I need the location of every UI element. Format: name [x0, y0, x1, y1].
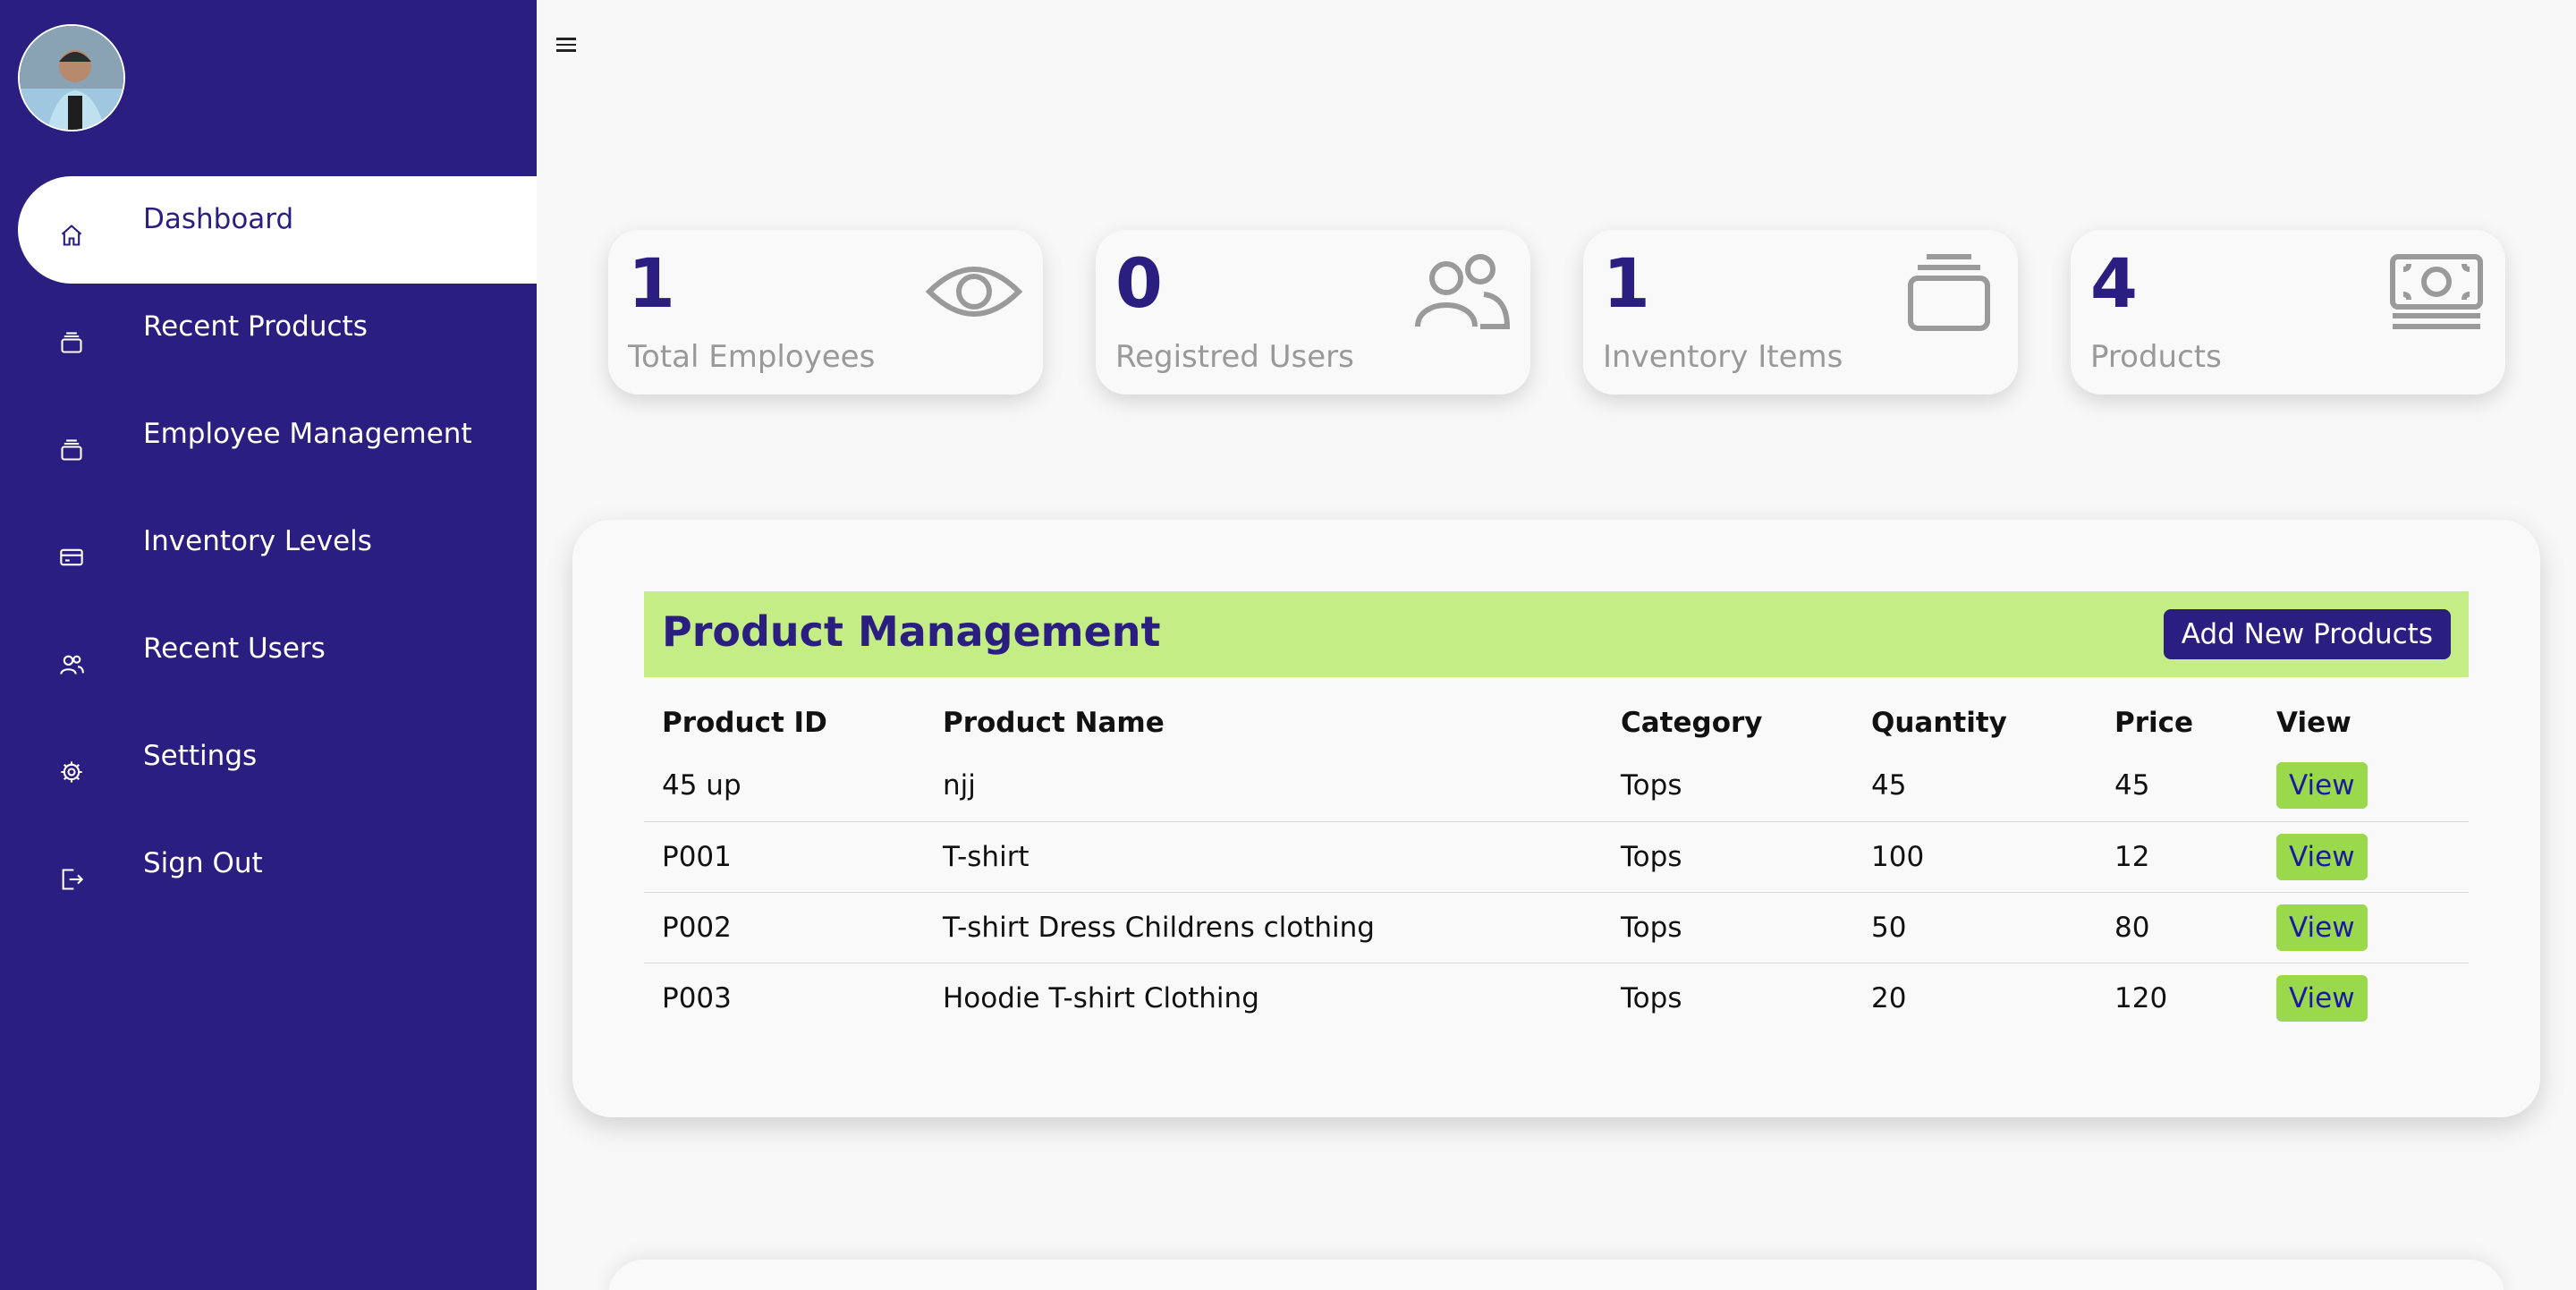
sidebar-item-label: Recent Products — [143, 310, 368, 343]
sidebar-item-settings[interactable]: Settings — [0, 713, 537, 820]
view-button[interactable]: View — [2276, 833, 2368, 880]
panel-title: Product Management — [662, 607, 1161, 656]
sidebar-nav: Dashboard Recent Products Employee Manag… — [0, 176, 537, 928]
cell-category: Tops — [1603, 891, 1853, 963]
box-icon — [59, 437, 84, 463]
table-row: P001 T-shirt Tops 100 12 View — [644, 820, 2469, 892]
panel-header: Product Management Add New Products — [644, 591, 2469, 677]
cell-category: Tops — [1603, 962, 1853, 1033]
table-header-row: Product ID Product Name Category Quantit… — [644, 695, 2469, 751]
cell-product-id: 45 up — [662, 769, 741, 802]
column-header: Product ID — [662, 707, 827, 739]
sidebar-item-label: Settings — [143, 740, 258, 772]
stat-label: Inventory Items — [1603, 339, 1843, 375]
stat-card-inventory-items: 1 Inventory Items — [1583, 230, 2018, 395]
sidebar: Dashboard Recent Products Employee Manag… — [0, 0, 537, 1290]
stat-label: Products — [2090, 339, 2222, 375]
cell-price: 80 — [2097, 891, 2258, 963]
cell-price: 45 — [2114, 769, 2150, 802]
product-management-panel: Product Management Add New Products Prod… — [572, 520, 2540, 1117]
avatar[interactable] — [18, 24, 125, 132]
secondary-panel — [608, 1260, 2504, 1290]
sign-out-icon — [59, 867, 84, 892]
eye-icon — [925, 251, 1023, 332]
sidebar-item-label: Recent Users — [143, 632, 326, 665]
stat-value: 0 — [1115, 243, 1163, 323]
hamburger-icon — [556, 38, 576, 40]
sidebar-item-recent-users[interactable]: Recent Users — [0, 606, 537, 713]
stat-label: Registred Users — [1115, 339, 1354, 375]
column-header: Category — [1621, 707, 1763, 739]
products-table: Product ID Product Name Category Quantit… — [644, 695, 2469, 1033]
add-new-products-button[interactable]: Add New Products — [2163, 609, 2451, 659]
view-button[interactable]: View — [2276, 904, 2368, 951]
column-header: Quantity — [1871, 707, 2007, 739]
money-icon — [2387, 251, 2486, 332]
cell-product-name: njj — [943, 769, 976, 802]
stack-icon — [1900, 251, 1998, 332]
users-icon — [59, 652, 84, 677]
column-header: View — [2276, 707, 2351, 739]
column-header: Product Name — [943, 707, 1165, 739]
sidebar-item-inventory-levels[interactable]: Inventory Levels — [0, 498, 537, 606]
sidebar-header — [0, 0, 537, 176]
avatar-image — [20, 26, 123, 130]
stat-value: 4 — [2090, 243, 2138, 323]
stat-card-total-employees: 1 Total Employees — [608, 230, 1043, 395]
sidebar-item-label: Sign Out — [143, 847, 263, 879]
table-row: P002 T-shirt Dress Childrens clothing To… — [644, 891, 2469, 963]
stat-value: 1 — [628, 243, 675, 323]
table-row: 45 up njj Tops 45 45 View — [644, 751, 2469, 821]
users-icon — [1412, 251, 1511, 332]
stat-card-registered-users: 0 Registred Users — [1096, 230, 1530, 395]
cell-product-id: P003 — [644, 962, 925, 1033]
cell-price: 12 — [2097, 820, 2258, 892]
cell-price: 120 — [2097, 962, 2258, 1033]
sidebar-item-label: Employee Management — [143, 418, 472, 450]
cell-quantity: 20 — [1853, 962, 2097, 1033]
stat-card-products: 4 Products — [2071, 230, 2505, 395]
column-header: Price — [2114, 707, 2194, 739]
cell-quantity: 100 — [1853, 820, 2097, 892]
cell-product-name: Hoodie T-shirt Clothing — [925, 962, 1603, 1033]
view-button[interactable]: View — [2276, 974, 2368, 1022]
gear-icon — [59, 760, 84, 785]
sidebar-item-recent-products[interactable]: Recent Products — [0, 284, 537, 391]
cell-product-id: P002 — [644, 891, 925, 963]
sidebar-item-employee-management[interactable]: Employee Management — [0, 391, 537, 498]
cell-product-id: P001 — [644, 820, 925, 892]
stat-label: Total Employees — [628, 339, 876, 375]
cell-category: Tops — [1603, 820, 1853, 892]
sidebar-item-dashboard[interactable]: Dashboard — [18, 176, 537, 284]
home-icon — [59, 223, 84, 248]
cell-category: Tops — [1621, 769, 1682, 802]
cell-product-name: T-shirt — [925, 820, 1603, 892]
cell-quantity: 45 — [1871, 769, 1907, 802]
sidebar-item-label: Dashboard — [143, 203, 294, 235]
box-icon — [59, 330, 84, 355]
stat-value: 1 — [1603, 243, 1650, 323]
cell-product-name: T-shirt Dress Childrens clothing — [925, 891, 1603, 963]
table-row: P003 Hoodie T-shirt Clothing Tops 20 120… — [644, 962, 2469, 1033]
sidebar-item-label: Inventory Levels — [143, 525, 372, 557]
cell-quantity: 50 — [1853, 891, 2097, 963]
card-icon — [59, 545, 84, 570]
menu-toggle-button[interactable] — [556, 38, 583, 59]
view-button[interactable]: View — [2276, 762, 2368, 810]
sidebar-item-sign-out[interactable]: Sign Out — [0, 820, 537, 928]
